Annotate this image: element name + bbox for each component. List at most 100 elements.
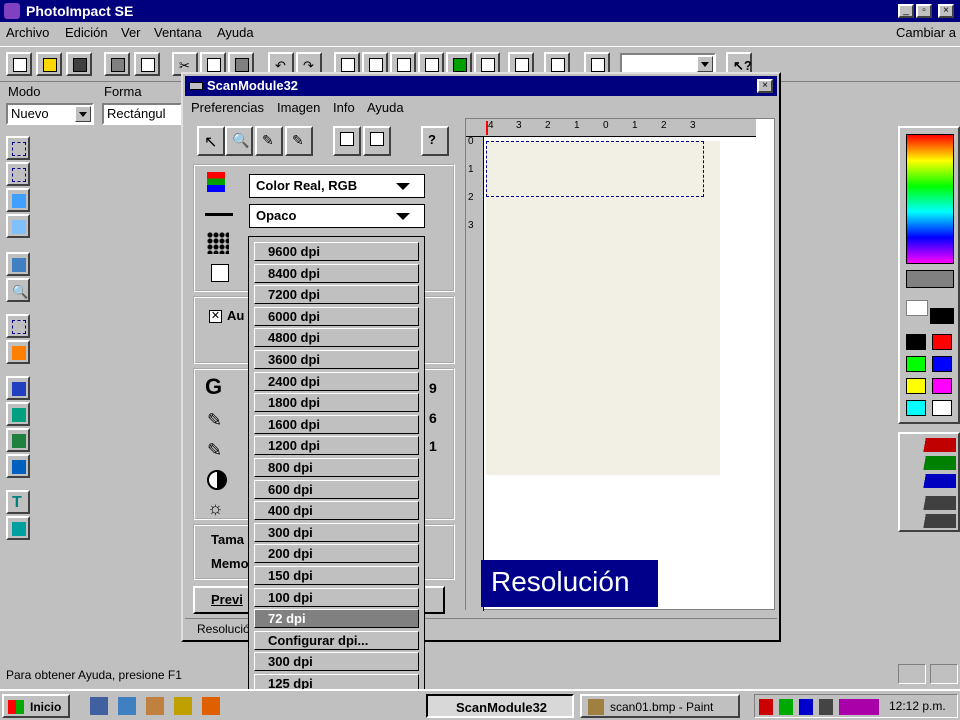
minimize-button[interactable]: _ bbox=[898, 4, 914, 18]
pick-tool[interactable] bbox=[6, 252, 30, 276]
color-swatch-green[interactable] bbox=[906, 356, 926, 372]
value-1: 9 bbox=[429, 380, 437, 396]
foreground-color-swatch[interactable] bbox=[906, 300, 928, 316]
save-button[interactable] bbox=[66, 52, 92, 76]
color-swatch-blue[interactable] bbox=[932, 356, 952, 372]
zoom-preview-tool[interactable]: 🔍 bbox=[225, 126, 253, 156]
media-type-dropdown[interactable]: Opaco bbox=[249, 204, 425, 228]
dpi-option[interactable]: 72 dpi bbox=[254, 609, 419, 629]
task-paint[interactable]: scan01.bmp - Paint bbox=[580, 694, 740, 718]
eyedropper-tool[interactable] bbox=[6, 214, 30, 238]
gamma-icon: G bbox=[205, 374, 223, 399]
color-swatch-red[interactable] bbox=[932, 334, 952, 350]
scan-menu-imagen[interactable]: Imagen bbox=[277, 100, 320, 115]
menu-ventana[interactable]: Ventana bbox=[154, 25, 202, 40]
dpi-option[interactable]: 600 dpi bbox=[254, 479, 419, 499]
maximize-button[interactable]: ▫ bbox=[916, 4, 932, 18]
value-2: 6 bbox=[429, 410, 437, 426]
print-button[interactable] bbox=[104, 52, 130, 76]
scan-close-button[interactable]: × bbox=[757, 79, 773, 93]
help-tool[interactable]: ? bbox=[421, 126, 449, 156]
white-point-dropper-tool[interactable]: ✎ bbox=[255, 126, 283, 156]
crop-tool[interactable] bbox=[6, 314, 30, 338]
text-tool[interactable]: T bbox=[6, 490, 30, 514]
color-swatch-yellow[interactable] bbox=[906, 378, 926, 394]
zoom-tool[interactable]: 🔍 bbox=[6, 278, 30, 302]
color-mode-dropdown[interactable]: Color Real, RGB bbox=[249, 174, 425, 198]
channel-panel bbox=[898, 432, 960, 532]
dpi-option[interactable]: 200 dpi bbox=[254, 544, 419, 564]
start-button[interactable]: Inicio bbox=[2, 694, 70, 718]
fill-tool[interactable] bbox=[6, 454, 30, 478]
quicklaunch-outlook-icon[interactable] bbox=[118, 697, 136, 715]
background-color-swatch[interactable] bbox=[930, 308, 954, 324]
dpi-option[interactable]: 8400 dpi bbox=[254, 263, 419, 283]
black-point-dropper-tool[interactable]: ✎ bbox=[285, 126, 313, 156]
color-picker-bar[interactable] bbox=[906, 270, 954, 288]
tray-icons[interactable] bbox=[759, 699, 879, 715]
magic-wand-tool[interactable] bbox=[6, 188, 30, 212]
dpi-option[interactable]: 400 dpi bbox=[254, 501, 419, 521]
dpi-option[interactable]: 300 dpi bbox=[254, 652, 419, 672]
dpi-option[interactable]: 1800 dpi bbox=[254, 393, 419, 413]
contrast-slider[interactable] bbox=[904, 514, 956, 528]
histogram-tool[interactable] bbox=[363, 126, 391, 156]
green-channel-slider[interactable] bbox=[904, 456, 956, 470]
dpi-option[interactable]: 150 dpi bbox=[254, 566, 419, 585]
dpi-option[interactable]: 7200 dpi bbox=[254, 285, 419, 305]
dpi-option[interactable]: 1600 dpi bbox=[254, 414, 419, 434]
scan-menu-info[interactable]: Info bbox=[333, 100, 355, 115]
print-preview-button[interactable] bbox=[134, 52, 160, 76]
ruler-top-label: 3 bbox=[516, 120, 522, 131]
color-swatch-black[interactable] bbox=[906, 334, 926, 350]
quicklaunch-desktop-icon[interactable] bbox=[90, 697, 108, 715]
select-rect-tool[interactable] bbox=[6, 136, 30, 160]
color-mode-value: Color Real, RGB bbox=[256, 178, 358, 193]
new-file-button[interactable] bbox=[6, 52, 32, 76]
select-freehand-tool[interactable] bbox=[6, 162, 30, 186]
brightness-slider[interactable] bbox=[904, 496, 956, 510]
dpi-option[interactable]: 4800 dpi bbox=[254, 328, 419, 348]
scan-menu-preferencias[interactable]: Preferencias bbox=[191, 100, 264, 115]
dpi-option[interactable]: 800 dpi bbox=[254, 458, 419, 477]
dpi-option[interactable]: 1200 dpi bbox=[254, 436, 419, 456]
stamp-tool[interactable] bbox=[6, 402, 30, 426]
paint-brush-tool[interactable] bbox=[6, 376, 30, 400]
scan-menu-ayuda[interactable]: Ayuda bbox=[367, 100, 404, 115]
menu-cambiar-a[interactable]: Cambiar a bbox=[896, 25, 956, 40]
quicklaunch-search-icon[interactable] bbox=[174, 697, 192, 715]
menu-ayuda[interactable]: Ayuda bbox=[217, 25, 254, 40]
curve-tool[interactable] bbox=[333, 126, 361, 156]
dpi-option[interactable]: 100 dpi bbox=[254, 587, 419, 607]
task-scanmodule[interactable]: ScanModule32 bbox=[426, 694, 574, 718]
path-tool[interactable] bbox=[6, 516, 30, 540]
dpi-option[interactable]: 2400 dpi bbox=[254, 371, 419, 391]
scale-icon bbox=[211, 264, 229, 282]
dpi-option[interactable]: 6000 dpi bbox=[254, 306, 419, 326]
menu-archivo[interactable]: Archivo bbox=[6, 25, 49, 40]
dpi-option[interactable]: Configurar dpi... bbox=[254, 630, 419, 650]
close-button[interactable]: × bbox=[938, 4, 954, 18]
quicklaunch-powerpoint-icon[interactable] bbox=[202, 697, 220, 715]
color-spectrum[interactable] bbox=[906, 134, 954, 264]
dpi-option[interactable]: 9600 dpi bbox=[254, 242, 419, 261]
transform-tool[interactable] bbox=[6, 340, 30, 364]
dpi-option[interactable]: 300 dpi bbox=[254, 522, 419, 542]
menu-edicion[interactable]: Edición bbox=[65, 25, 108, 40]
auto-checkbox[interactable]: ✕ bbox=[209, 310, 222, 323]
dpi-option[interactable]: 3600 dpi bbox=[254, 350, 419, 369]
retouch-tool[interactable] bbox=[6, 428, 30, 452]
open-folder-button[interactable] bbox=[36, 52, 62, 76]
menu-ver[interactable]: Ver bbox=[121, 25, 141, 40]
scan-selection-marquee[interactable] bbox=[486, 141, 704, 197]
blue-channel-slider[interactable] bbox=[904, 474, 956, 488]
red-channel-slider[interactable] bbox=[904, 438, 956, 452]
arrow-pointer-tool[interactable]: ↖ bbox=[197, 126, 225, 156]
color-swatch-cyan[interactable] bbox=[906, 400, 926, 416]
color-swatch-magenta[interactable] bbox=[932, 378, 952, 394]
quicklaunch-paint-icon[interactable] bbox=[146, 697, 164, 715]
scanner-bed-icon bbox=[205, 206, 233, 216]
forma-dropdown[interactable]: Rectángul bbox=[102, 103, 182, 125]
color-swatch-white[interactable] bbox=[932, 400, 952, 416]
modo-dropdown[interactable]: Nuevo bbox=[6, 103, 94, 125]
